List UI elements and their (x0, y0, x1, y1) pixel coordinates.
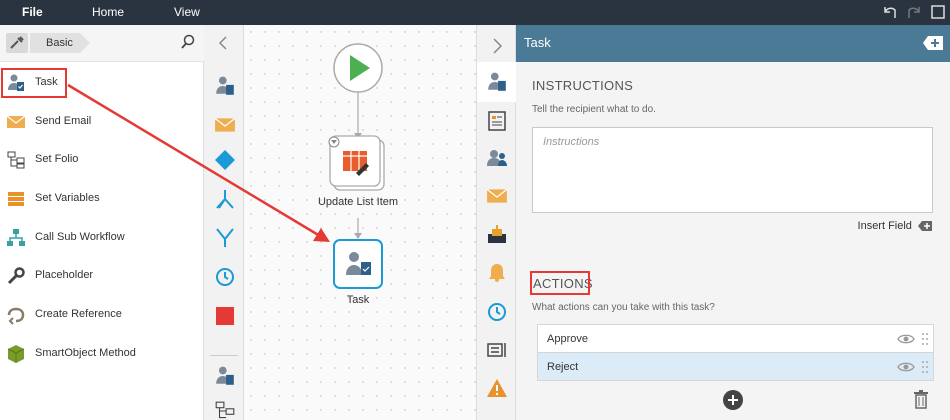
form-icon[interactable] (486, 110, 508, 132)
task-icon[interactable] (486, 71, 508, 93)
eye-icon[interactable] (897, 333, 915, 345)
bell-icon[interactable] (486, 261, 508, 283)
variables-icon (6, 189, 26, 209)
node-label-update-list-item: Update List Item (317, 196, 399, 208)
menu-home[interactable]: Home (92, 0, 124, 25)
instructions-help: Tell the recipient what to do. (532, 104, 656, 115)
eye-icon[interactable] (897, 361, 915, 373)
smartobject-icon (6, 344, 26, 364)
toolbox-item-call-sub-workflow[interactable]: Call Sub Workflow (0, 219, 204, 257)
end-icon[interactable] (214, 305, 236, 327)
connector-arrow (354, 233, 362, 239)
text-field-icon[interactable] (486, 339, 508, 361)
recipients-icon[interactable] (486, 147, 508, 169)
trash-icon[interactable] (913, 389, 929, 409)
toolbox-item-placeholder[interactable]: Placeholder (0, 257, 204, 295)
wrench-icon (6, 266, 26, 286)
toolbox-item-smartobject-method[interactable]: SmartObject Method (0, 335, 204, 373)
insert-field-button[interactable]: Insert Field (858, 220, 932, 232)
instructions-textarea[interactable]: Instructions (532, 127, 933, 213)
toolbox-item-label: Call Sub Workflow (35, 231, 125, 243)
sub-workflow-icon (6, 228, 26, 248)
actions-help: What actions can you take with this task… (532, 302, 715, 313)
properties-strip (476, 25, 517, 420)
task-highlight-box (1, 68, 67, 98)
action-label: Approve (547, 333, 588, 345)
email-icon (6, 112, 26, 132)
chevron-right-icon[interactable] (486, 35, 508, 57)
drag-handle-icon[interactable] (921, 332, 929, 346)
insert-field-label: Insert Field (857, 220, 912, 232)
toolbox-item-create-reference[interactable]: Create Reference (0, 296, 204, 334)
menu-file[interactable]: File (22, 0, 43, 25)
shapes-strip (204, 25, 244, 420)
task-node[interactable] (333, 239, 383, 289)
timer-icon[interactable] (486, 300, 508, 322)
breadcrumb[interactable]: Basic (30, 33, 90, 53)
toolbox-item-set-variables[interactable]: Set Variables (0, 180, 204, 218)
menu-bar: File Home View (0, 0, 950, 25)
strip-divider (210, 355, 238, 356)
toolbox-item-send-email[interactable]: Send Email (0, 103, 204, 141)
folio-icon (6, 150, 26, 170)
instructions-heading: INSTRUCTIONS (532, 78, 634, 93)
canvas-flow (328, 43, 385, 289)
email-icon[interactable] (486, 185, 508, 207)
toolbox-item-label: SmartObject Method (35, 347, 136, 359)
action-row-approve[interactable]: Approve (537, 324, 934, 353)
node-label-task: Task (346, 294, 370, 306)
properties-header: Task (516, 25, 950, 62)
task-node-person (349, 252, 359, 262)
workflow-canvas[interactable]: Update List Item Task (244, 25, 476, 420)
toolbox-item-label: Send Email (35, 115, 92, 127)
search-icon[interactable] (180, 34, 196, 50)
menu-tools (882, 4, 946, 20)
actions-highlight-box (530, 271, 590, 295)
chevron-left-icon[interactable] (216, 35, 232, 51)
warning-icon[interactable] (486, 377, 508, 399)
toolbox-item-label: Create Reference (35, 308, 122, 320)
decision-icon[interactable] (214, 149, 236, 171)
instructions-placeholder: Instructions (543, 136, 600, 148)
properties-panel: Task INSTRUCTIONS Tell the recipient wha… (516, 25, 950, 420)
split-icon[interactable] (214, 188, 236, 210)
tools-icon[interactable] (6, 33, 28, 53)
menu-view[interactable]: View (174, 0, 200, 25)
task-node-clipboard (361, 262, 371, 275)
timer-icon[interactable] (214, 265, 236, 287)
toolbox-item-set-folio[interactable]: Set Folio (0, 141, 204, 179)
properties-title: Task (524, 35, 551, 50)
toolbox-item-label: Set Variables (35, 192, 100, 204)
toolbox-item-label: Set Folio (35, 153, 79, 165)
merge-icon[interactable] (214, 227, 236, 249)
redo-icon[interactable] (906, 4, 922, 20)
add-action-icon[interactable] (723, 390, 743, 410)
task-icon[interactable] (214, 365, 236, 387)
email-icon[interactable] (214, 114, 236, 136)
toolbox-item-label: Placeholder (35, 269, 94, 281)
toolbox-header: Basic (0, 25, 204, 62)
reference-icon (6, 305, 26, 325)
insert-field-icon (918, 221, 932, 232)
toolbox-panel: Basic Task Send Email Set Folio Set Vari… (0, 25, 204, 420)
action-row-reject[interactable]: Reject (537, 352, 934, 381)
action-label: Reject (547, 361, 579, 373)
drag-handle-icon[interactable] (921, 360, 929, 374)
add-tab-icon[interactable] (922, 34, 944, 52)
folio-icon[interactable] (214, 400, 236, 420)
outbox-icon[interactable] (486, 223, 508, 245)
maximize-icon[interactable] (930, 4, 946, 20)
undo-icon[interactable] (882, 4, 898, 20)
task-icon[interactable] (214, 75, 236, 97)
